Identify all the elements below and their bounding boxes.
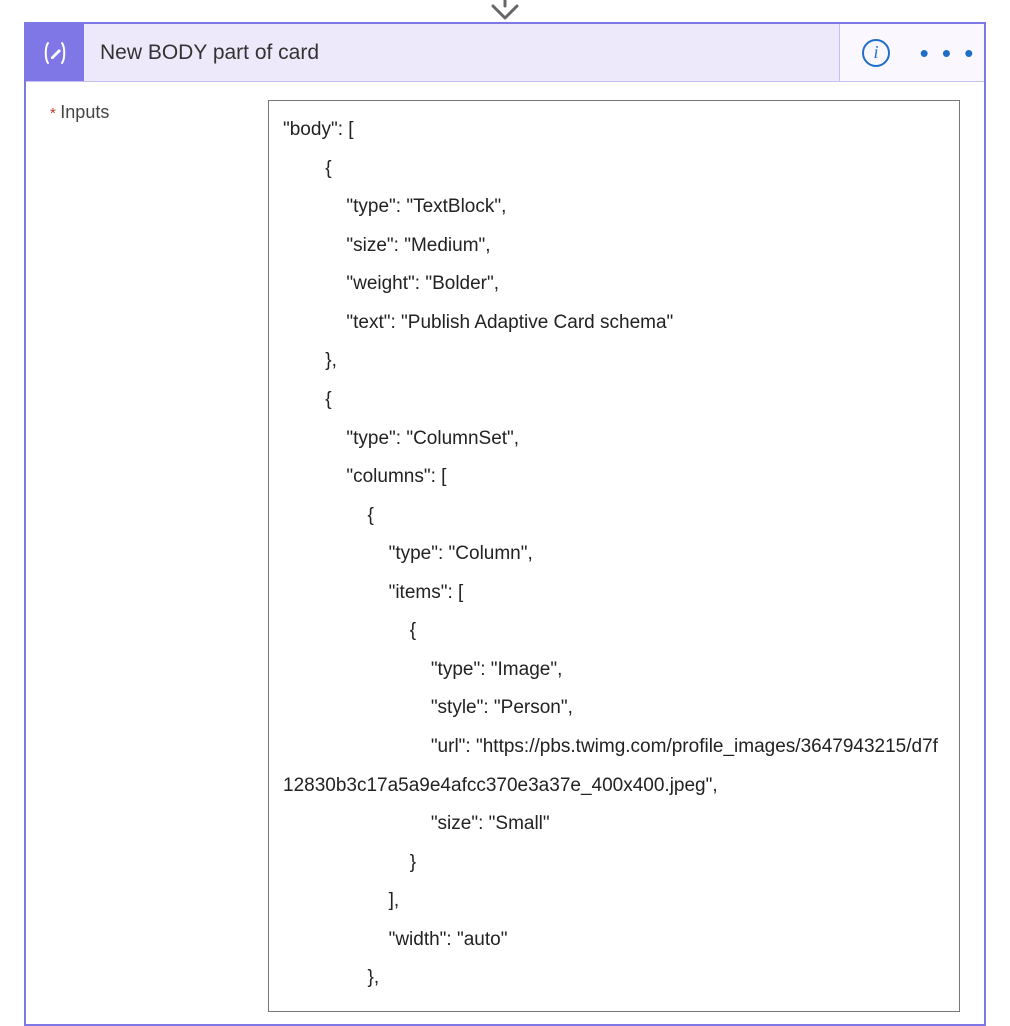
field-label: * Inputs xyxy=(50,100,268,1024)
info-icon: i xyxy=(862,39,890,67)
more-icon: • • • xyxy=(920,40,977,66)
card-title-text: New BODY part of card xyxy=(100,41,319,65)
info-button[interactable]: i xyxy=(840,24,912,81)
connector-arrow xyxy=(0,0,1010,22)
compose-icon xyxy=(26,24,84,81)
card-header: New BODY part of card i • • • xyxy=(26,24,984,82)
required-marker: * xyxy=(50,105,56,122)
inputs-label: Inputs xyxy=(60,102,109,122)
inputs-textarea[interactable]: "body": [ { "type": "TextBlock", "size":… xyxy=(268,100,960,1012)
more-button[interactable]: • • • xyxy=(912,24,984,81)
card-title[interactable]: New BODY part of card xyxy=(84,24,840,81)
action-card: New BODY part of card i • • • * Inputs "… xyxy=(24,22,986,1026)
card-body: * Inputs "body": [ { "type": "TextBlock"… xyxy=(26,82,984,1024)
field-input-wrapper: "body": [ { "type": "TextBlock", "size":… xyxy=(268,100,960,1024)
